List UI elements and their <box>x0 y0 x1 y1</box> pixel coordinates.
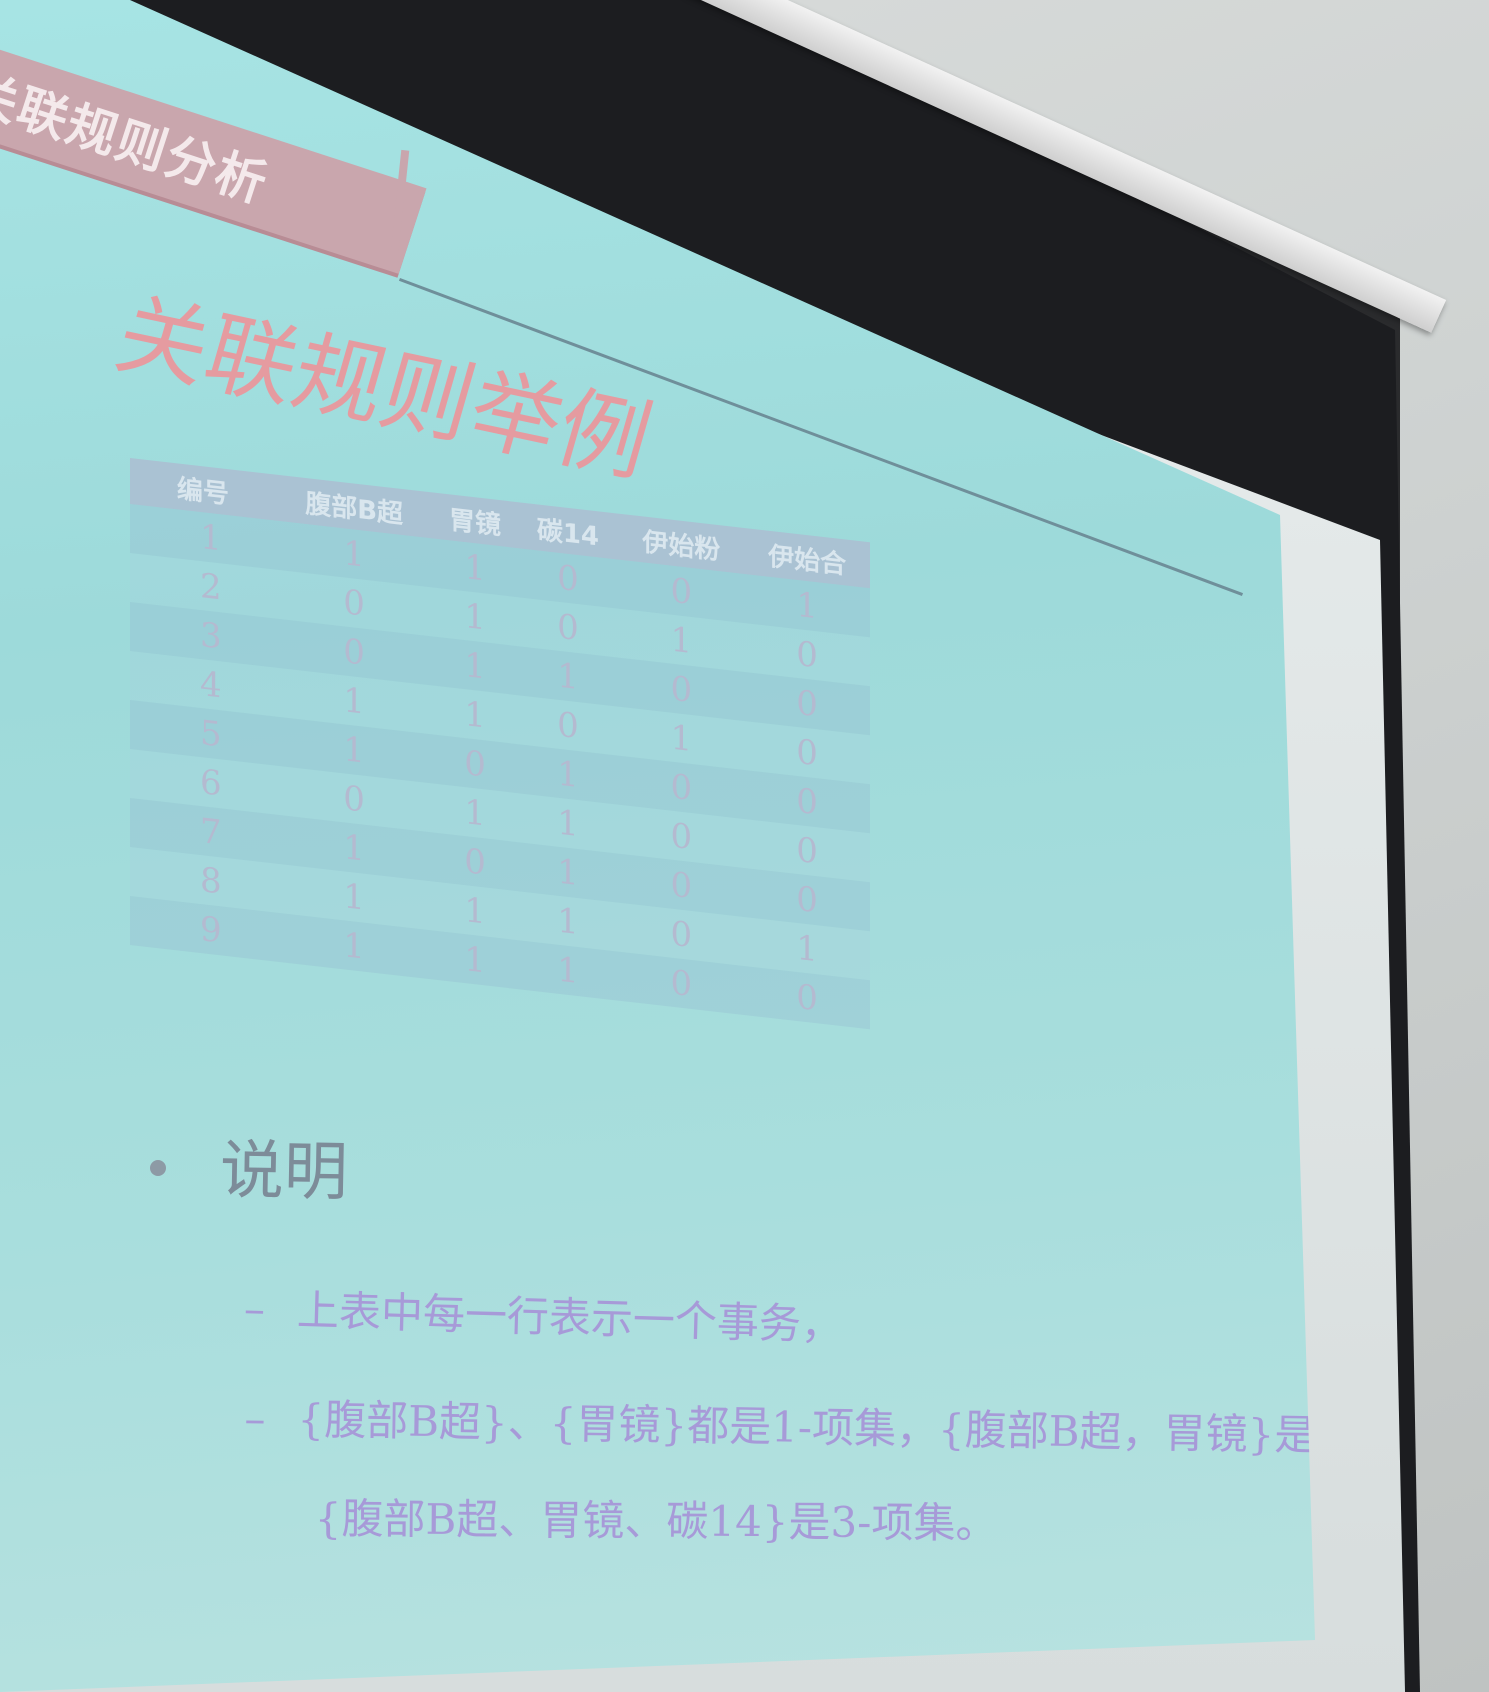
sub-bullet-1-text: 上表中每一行表示一个事务， <box>296 1285 844 1350</box>
data-table: 编号 腹部B超 胃镜 碳14 伊始粉 伊始合 11100120101030110… <box>130 458 870 1030</box>
table-body: 1110012010103011004110105101006011007101… <box>130 504 870 1030</box>
bullet-dot <box>150 1160 166 1176</box>
sub-bullet-2-continued: {腹部B超、胃镜、碳14}是3-项集。 <box>315 1485 998 1551</box>
transaction-table: 编号 腹部B超 胃镜 碳14 伊始粉 伊始合 11100120101030110… <box>130 458 870 1030</box>
sub-bullet-1: – 上表中每一行表示一个事务， <box>243 1275 843 1353</box>
sub-bullet-2-continued-text: {腹部B超、胃镜、碳14}是3-项集。 <box>314 1493 998 1548</box>
table-cell: 1 <box>432 930 518 990</box>
section-header-text: 关联规则分析 <box>0 62 276 215</box>
table-cell: 1 <box>517 940 619 1001</box>
sub-bullet-2-text: {腹部B超}、{胃镜}都是1-项集，{腹部B超，胃镜}是2-项集， <box>297 1394 1484 1463</box>
bullet-heading: 说明 <box>219 1133 349 1211</box>
dash-mark: – <box>244 1393 266 1444</box>
dash-mark: – <box>243 1283 266 1334</box>
sub-bullet-2: – {腹部B超}、{胃镜}都是1-项集，{腹部B超，胃镜}是2-项集， <box>244 1385 1484 1465</box>
